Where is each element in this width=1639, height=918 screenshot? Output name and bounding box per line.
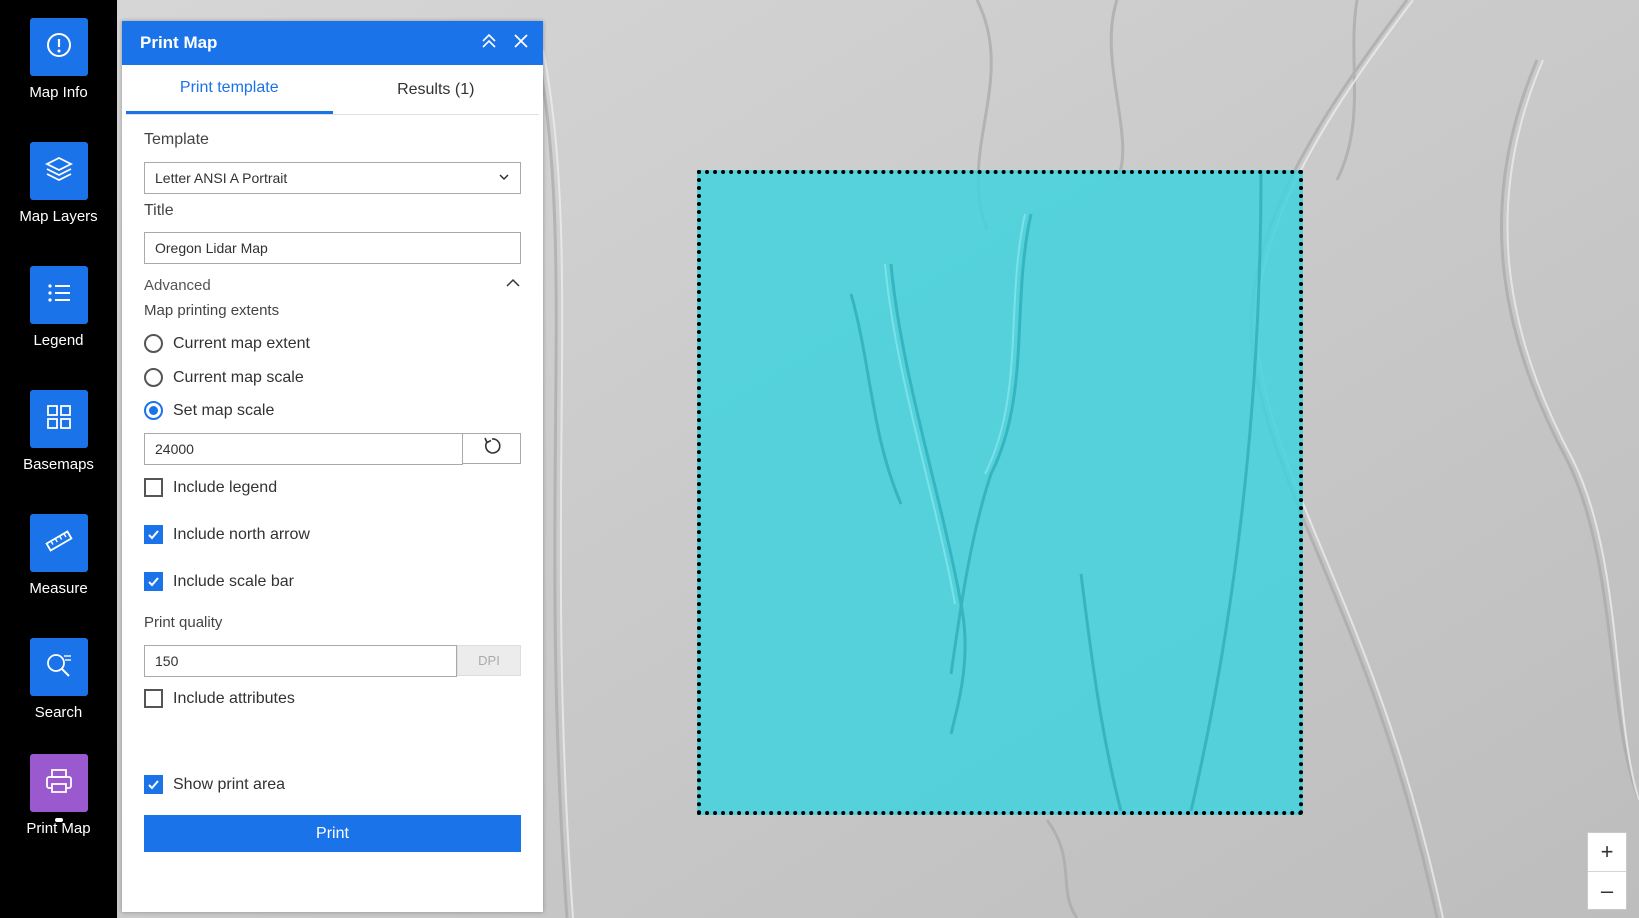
print-area-relief xyxy=(849,174,1263,811)
rail-item-measure[interactable]: Measure xyxy=(0,514,117,624)
radio-current-map-scale[interactable]: Current map scale xyxy=(144,368,521,387)
close-icon xyxy=(512,32,530,55)
checkmark-icon xyxy=(148,780,159,790)
scale-field: 24000 xyxy=(144,433,521,465)
rail-item-print-map[interactable]: Print Map xyxy=(0,754,117,864)
search-icon xyxy=(44,650,74,685)
show-print-area-checkbox[interactable]: Show print area xyxy=(144,775,521,794)
rail-item-map-layers[interactable]: Map Layers xyxy=(0,142,117,252)
print-quality-input[interactable]: 150 xyxy=(144,645,457,677)
map-info-button[interactable] xyxy=(29,18,88,76)
rail-label-map-layers: Map Layers xyxy=(19,208,98,225)
ruler-icon xyxy=(44,526,74,561)
checkbox-label: Include north arrow xyxy=(173,525,310,543)
zoom-in-button[interactable]: + xyxy=(1588,833,1626,871)
rail-item-map-info[interactable]: Map Info xyxy=(0,18,117,128)
include-north-arrow-checkbox[interactable]: Include north arrow xyxy=(144,525,521,544)
template-select-value: Letter ANSI A Portrait xyxy=(155,170,288,186)
search-button[interactable] xyxy=(29,638,88,696)
checkmark-icon xyxy=(148,577,159,587)
scale-input-value: 24000 xyxy=(155,441,194,457)
map-layers-button[interactable] xyxy=(29,142,88,200)
rail-label-map-info: Map Info xyxy=(29,84,88,101)
layers-icon xyxy=(44,154,74,189)
rail-item-basemaps[interactable]: Basemaps xyxy=(0,390,117,500)
checkbox-label: Include scale bar xyxy=(173,572,294,590)
template-select[interactable]: Letter ANSI A Portrait xyxy=(144,162,521,194)
extents-label: Map printing extents xyxy=(144,302,280,319)
rail-label-basemaps: Basemaps xyxy=(23,456,94,473)
checkbox-label: Show print area xyxy=(173,775,286,793)
title-input-value: Oregon Lidar Map xyxy=(155,240,268,256)
checkbox-label: Include attributes xyxy=(173,689,295,707)
print-quality-value: 150 xyxy=(155,653,179,669)
tab-results[interactable]: Results (1) xyxy=(333,65,540,114)
refresh-icon xyxy=(482,436,502,461)
radio-label: Set map scale xyxy=(173,401,275,419)
panel-title: Print Map xyxy=(140,33,218,52)
checkmark-icon xyxy=(148,530,159,540)
print-button[interactable]: Print xyxy=(144,815,521,852)
printer-icon xyxy=(44,766,74,801)
info-icon xyxy=(45,31,73,64)
radio-button[interactable] xyxy=(144,334,163,353)
zoom-out-button[interactable]: – xyxy=(1588,871,1626,909)
rail-label-print-map: Print Map xyxy=(26,820,91,837)
basemaps-button[interactable] xyxy=(29,390,88,448)
print-map-panel: Print Map Print template Results (1) Tem… xyxy=(122,21,543,912)
rail-item-search[interactable]: Search xyxy=(0,638,117,748)
checkbox-checked[interactable] xyxy=(144,775,163,794)
tab-print-template[interactable]: Print template xyxy=(126,65,333,114)
chevron-up-icon xyxy=(505,275,521,295)
checkbox-checked[interactable] xyxy=(144,525,163,544)
dpi-suffix: DPI xyxy=(457,645,521,676)
advanced-toggle[interactable]: Advanced xyxy=(144,275,521,295)
rail-item-legend[interactable]: Legend xyxy=(0,266,117,376)
basemap-grid-icon xyxy=(45,403,73,436)
panel-tabs: Print template Results (1) xyxy=(126,65,539,115)
radio-button[interactable] xyxy=(144,368,163,387)
measure-button[interactable] xyxy=(29,514,88,572)
rail-label-search: Search xyxy=(34,704,83,721)
rail-label-legend: Legend xyxy=(33,332,84,349)
include-legend-checkbox[interactable]: Include legend xyxy=(144,478,521,497)
reset-scale-button[interactable] xyxy=(463,433,521,464)
checkbox[interactable] xyxy=(144,478,163,497)
checkbox[interactable] xyxy=(144,689,163,708)
print-quality-field: 150 DPI xyxy=(144,645,521,677)
checkbox-checked[interactable] xyxy=(144,572,163,591)
chevron-down-icon xyxy=(498,170,510,186)
print-area-overlay[interactable] xyxy=(697,170,1303,815)
rail-label-measure: Measure xyxy=(29,580,88,597)
print-quality-label: Print quality xyxy=(144,614,223,631)
legend-button[interactable] xyxy=(29,266,88,324)
radio-label: Current map extent xyxy=(173,334,310,352)
zoom-control: + – xyxy=(1587,832,1627,910)
print-map-button[interactable] xyxy=(29,754,88,812)
radio-label: Current map scale xyxy=(173,368,304,386)
radio-current-map-extent[interactable]: Current map extent xyxy=(144,334,521,353)
close-panel-button[interactable] xyxy=(505,21,537,65)
checkbox-label: Include legend xyxy=(173,478,278,496)
template-label: Template xyxy=(144,131,209,148)
radio-set-map-scale[interactable]: Set map scale xyxy=(144,401,521,420)
collapse-panel-button[interactable] xyxy=(473,21,505,65)
advanced-label: Advanced xyxy=(144,276,211,294)
include-scale-bar-checkbox[interactable]: Include scale bar xyxy=(144,572,521,591)
panel-header: Print Map xyxy=(122,21,543,65)
double-chevron-up-icon xyxy=(480,32,498,55)
include-attributes-checkbox[interactable]: Include attributes xyxy=(144,689,521,708)
legend-icon xyxy=(45,279,73,312)
tool-rail: Map Info Map Layers Legend Basemaps Meas… xyxy=(0,0,117,918)
title-label: Title xyxy=(144,202,174,219)
title-input[interactable]: Oregon Lidar Map xyxy=(144,232,521,264)
radio-button-selected[interactable] xyxy=(144,401,163,420)
scale-input[interactable]: 24000 xyxy=(144,433,463,465)
